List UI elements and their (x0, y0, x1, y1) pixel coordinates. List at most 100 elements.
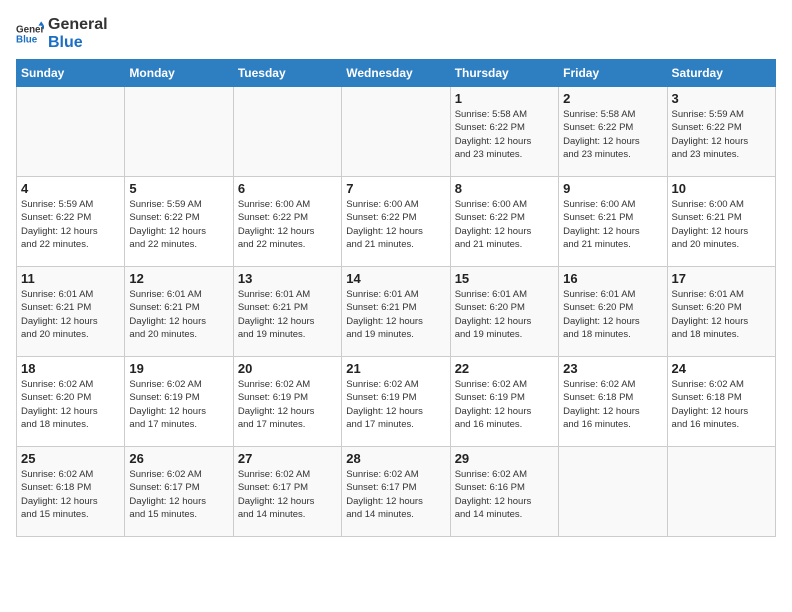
day-number: 22 (455, 361, 554, 376)
calendar-cell: 9 Sunrise: 6:00 AM Sunset: 6:21 PM Daylig… (559, 177, 667, 267)
calendar-cell: 22 Sunrise: 6:02 AM Sunset: 6:19 PM Dayli… (450, 357, 558, 447)
calendar-cell (17, 87, 125, 177)
calendar-cell: 24 Sunrise: 6:02 AM Sunset: 6:18 PM Dayli… (667, 357, 775, 447)
calendar-cell: 21Sunrise: 6:02 AM Sunset: 6:19 PM Dayli… (342, 357, 450, 447)
day-number: 6 (238, 181, 337, 196)
calendar-cell (559, 447, 667, 537)
day-number: 12 (129, 271, 228, 286)
weekday-header: Sunday (17, 60, 125, 87)
calendar-cell: 12 Sunrise: 6:01 AM Sunset: 6:21 PM Dayli… (125, 267, 233, 357)
day-number: 21 (346, 361, 445, 376)
day-info: Sunrise: 6:01 AM Sunset: 6:20 PM Dayligh… (672, 288, 771, 341)
day-info: Sunrise: 6:02 AM Sunset: 6:19 PM Dayligh… (455, 378, 554, 431)
day-number: 26 (129, 451, 228, 466)
day-info: Sunrise: 6:02 AM Sunset: 6:17 PM Dayligh… (129, 468, 228, 521)
calendar-cell: 5 Sunrise: 5:59 AM Sunset: 6:22 PM Daylig… (125, 177, 233, 267)
calendar-cell: 11 Sunrise: 6:01 AM Sunset: 6:21 PM Dayli… (17, 267, 125, 357)
day-number: 11 (21, 271, 120, 286)
calendar-cell: 6Sunrise: 6:00 AM Sunset: 6:22 PM Daylig… (233, 177, 341, 267)
weekday-header: Wednesday (342, 60, 450, 87)
calendar-cell: 10 Sunrise: 6:00 AM Sunset: 6:21 PM Dayli… (667, 177, 775, 267)
day-info: Sunrise: 6:02 AM Sunset: 6:17 PM Dayligh… (346, 468, 445, 521)
day-info: Sunrise: 6:00 AM Sunset: 6:21 PM Dayligh… (672, 198, 771, 251)
day-info: Sunrise: 6:01 AM Sunset: 6:20 PM Dayligh… (455, 288, 554, 341)
calendar-cell: 15 Sunrise: 6:01 AM Sunset: 6:20 PM Dayli… (450, 267, 558, 357)
calendar-cell: 29 Sunrise: 6:02 AM Sunset: 6:16 PM Dayli… (450, 447, 558, 537)
day-number: 20 (238, 361, 337, 376)
day-number: 14 (346, 271, 445, 286)
day-number: 8 (455, 181, 554, 196)
calendar-cell: 8 Sunrise: 6:00 AM Sunset: 6:22 PM Daylig… (450, 177, 558, 267)
calendar-table: SundayMondayTuesdayWednesdayThursdayFrid… (16, 59, 776, 537)
calendar-week-row: 4Sunrise: 5:59 AM Sunset: 6:22 PM Daylig… (17, 177, 776, 267)
day-info: Sunrise: 6:00 AM Sunset: 6:22 PM Dayligh… (346, 198, 445, 251)
day-info: Sunrise: 6:01 AM Sunset: 6:21 PM Dayligh… (21, 288, 120, 341)
calendar-cell: 23Sunrise: 6:02 AM Sunset: 6:18 PM Dayli… (559, 357, 667, 447)
day-number: 27 (238, 451, 337, 466)
day-number: 24 (672, 361, 771, 376)
calendar-cell: 1 Sunrise: 5:58 AM Sunset: 6:22 PM Daylig… (450, 87, 558, 177)
day-info: Sunrise: 5:58 AM Sunset: 6:22 PM Dayligh… (455, 108, 554, 161)
calendar-cell: 7 Sunrise: 6:00 AM Sunset: 6:22 PM Daylig… (342, 177, 450, 267)
day-number: 18 (21, 361, 120, 376)
calendar-week-row: 1 Sunrise: 5:58 AM Sunset: 6:22 PM Daylig… (17, 87, 776, 177)
calendar-cell: 28 Sunrise: 6:02 AM Sunset: 6:17 PM Dayli… (342, 447, 450, 537)
day-number: 1 (455, 91, 554, 106)
day-info: Sunrise: 6:02 AM Sunset: 6:16 PM Dayligh… (455, 468, 554, 521)
calendar-cell (667, 447, 775, 537)
day-info: Sunrise: 5:58 AM Sunset: 6:22 PM Dayligh… (563, 108, 662, 161)
weekday-header: Saturday (667, 60, 775, 87)
day-number: 15 (455, 271, 554, 286)
day-number: 9 (563, 181, 662, 196)
calendar-cell (233, 87, 341, 177)
day-number: 7 (346, 181, 445, 196)
day-info: Sunrise: 6:02 AM Sunset: 6:19 PM Dayligh… (238, 378, 337, 431)
svg-text:Blue: Blue (16, 34, 38, 45)
day-info: Sunrise: 6:02 AM Sunset: 6:18 PM Dayligh… (672, 378, 771, 431)
calendar-cell: 3 Sunrise: 5:59 AM Sunset: 6:22 PM Daylig… (667, 87, 775, 177)
day-number: 16 (563, 271, 662, 286)
calendar-cell: 19 Sunrise: 6:02 AM Sunset: 6:19 PM Dayli… (125, 357, 233, 447)
weekday-header: Tuesday (233, 60, 341, 87)
day-number: 29 (455, 451, 554, 466)
day-number: 28 (346, 451, 445, 466)
calendar-cell: 25 Sunrise: 6:02 AM Sunset: 6:18 PM Dayli… (17, 447, 125, 537)
day-number: 2 (563, 91, 662, 106)
day-info: Sunrise: 6:02 AM Sunset: 6:20 PM Dayligh… (21, 378, 120, 431)
calendar-cell (125, 87, 233, 177)
calendar-cell: 2 Sunrise: 5:58 AM Sunset: 6:22 PM Daylig… (559, 87, 667, 177)
day-number: 17 (672, 271, 771, 286)
header-row: SundayMondayTuesdayWednesdayThursdayFrid… (17, 60, 776, 87)
calendar-cell: 18 Sunrise: 6:02 AM Sunset: 6:20 PM Dayli… (17, 357, 125, 447)
calendar-cell: 16Sunrise: 6:01 AM Sunset: 6:20 PM Dayli… (559, 267, 667, 357)
day-number: 5 (129, 181, 228, 196)
logo: General Blue General Blue (16, 16, 108, 51)
day-info: Sunrise: 6:02 AM Sunset: 6:17 PM Dayligh… (238, 468, 337, 521)
day-number: 13 (238, 271, 337, 286)
day-number: 25 (21, 451, 120, 466)
day-number: 10 (672, 181, 771, 196)
day-info: Sunrise: 5:59 AM Sunset: 6:22 PM Dayligh… (21, 198, 120, 251)
day-info: Sunrise: 6:02 AM Sunset: 6:19 PM Dayligh… (129, 378, 228, 431)
day-info: Sunrise: 6:00 AM Sunset: 6:22 PM Dayligh… (455, 198, 554, 251)
calendar-week-row: 11 Sunrise: 6:01 AM Sunset: 6:21 PM Dayli… (17, 267, 776, 357)
day-info: Sunrise: 5:59 AM Sunset: 6:22 PM Dayligh… (129, 198, 228, 251)
header: General Blue General Blue (16, 16, 776, 51)
day-number: 3 (672, 91, 771, 106)
day-info: Sunrise: 6:01 AM Sunset: 6:21 PM Dayligh… (238, 288, 337, 341)
calendar-header: SundayMondayTuesdayWednesdayThursdayFrid… (17, 60, 776, 87)
day-info: Sunrise: 6:02 AM Sunset: 6:18 PM Dayligh… (21, 468, 120, 521)
day-number: 19 (129, 361, 228, 376)
calendar-week-row: 25 Sunrise: 6:02 AM Sunset: 6:18 PM Dayli… (17, 447, 776, 537)
calendar-cell: 26 Sunrise: 6:02 AM Sunset: 6:17 PM Dayli… (125, 447, 233, 537)
day-info: Sunrise: 5:59 AM Sunset: 6:22 PM Dayligh… (672, 108, 771, 161)
calendar-cell (342, 87, 450, 177)
calendar-week-row: 18 Sunrise: 6:02 AM Sunset: 6:20 PM Dayli… (17, 357, 776, 447)
day-info: Sunrise: 6:00 AM Sunset: 6:21 PM Dayligh… (563, 198, 662, 251)
calendar-body: 1 Sunrise: 5:58 AM Sunset: 6:22 PM Daylig… (17, 87, 776, 537)
calendar-cell: 4Sunrise: 5:59 AM Sunset: 6:22 PM Daylig… (17, 177, 125, 267)
day-info: Sunrise: 6:01 AM Sunset: 6:21 PM Dayligh… (129, 288, 228, 341)
logo-icon: General Blue (16, 20, 44, 48)
calendar-cell: 13 Sunrise: 6:01 AM Sunset: 6:21 PM Dayli… (233, 267, 341, 357)
calendar-cell: 20 Sunrise: 6:02 AM Sunset: 6:19 PM Dayli… (233, 357, 341, 447)
